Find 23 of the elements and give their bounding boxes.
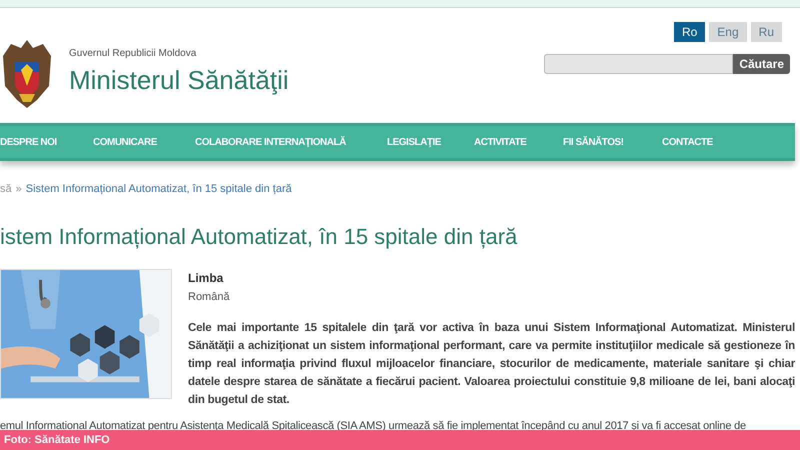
breadcrumb-link[interactable]: să [0, 181, 12, 198]
article-body: emul Informational Automatizat pentru Asistența Medicală Spitalicească (SIA AMS) urmează să fie implementat începând cu anul 2017 și va fi accesat online de [0, 419, 747, 434]
nav-link[interactable]: COMUNICARE [93, 134, 195, 150]
article-title: istem Informațional Automatizat, în 15 spitale din țară [0, 222, 518, 251]
language-tab[interactable]: Ru [750, 22, 782, 42]
search-field[interactable] [544, 54, 734, 74]
language-label: Limba [188, 270, 224, 286]
nav-link[interactable]: FII SĂNĂTOS! [563, 134, 662, 150]
nav-link[interactable]: LEGISLAŢIE [387, 134, 474, 150]
nav-link[interactable]: COLABORARE INTERNAŢIONALĂ [195, 134, 387, 150]
language-tab[interactable]: Eng [709, 22, 747, 42]
search-button[interactable]: Căutare [733, 54, 790, 74]
breadcrumb-separator: » [16, 182, 22, 197]
nav-link[interactable]: ACTIVITATE [474, 134, 563, 150]
nav-link[interactable]: DESPRE NOI [0, 134, 93, 150]
photo-credit: Foto: Sănătate INFO [4, 432, 110, 448]
nav-link[interactable]: CONTACTE [662, 134, 752, 150]
language-tab[interactable]: Ro [674, 22, 706, 42]
article-lead: Cele mai importante 15 spitalele din ţară vor activa în baza unui Sistem Informaţional Automatizat. Ministerul Sănătăţii a achiziţionat un sistem informaţional performant, care va permite instituţiilor medicale să gestioneze în timp real informaţia privind fluxul mijloacelor financiare, stocurilor de medicamente, materiale sanitare şi chiar datele despre starea de sănătate a fiecărui pacient. Valoarea proiectului constituie 9,8 milioane de lei, bani alocaţi din bugetul de stat. [188, 321, 795, 408]
breadcrumb-current: Sistem Informațional Automatizat, în 15 spitale din țară [26, 182, 292, 197]
site-title[interactable]: Ministerul Sănătăţii [69, 63, 289, 97]
government-subtitle: Guvernul Republicii Moldova [69, 47, 198, 61]
language-value: Română [188, 290, 231, 304]
